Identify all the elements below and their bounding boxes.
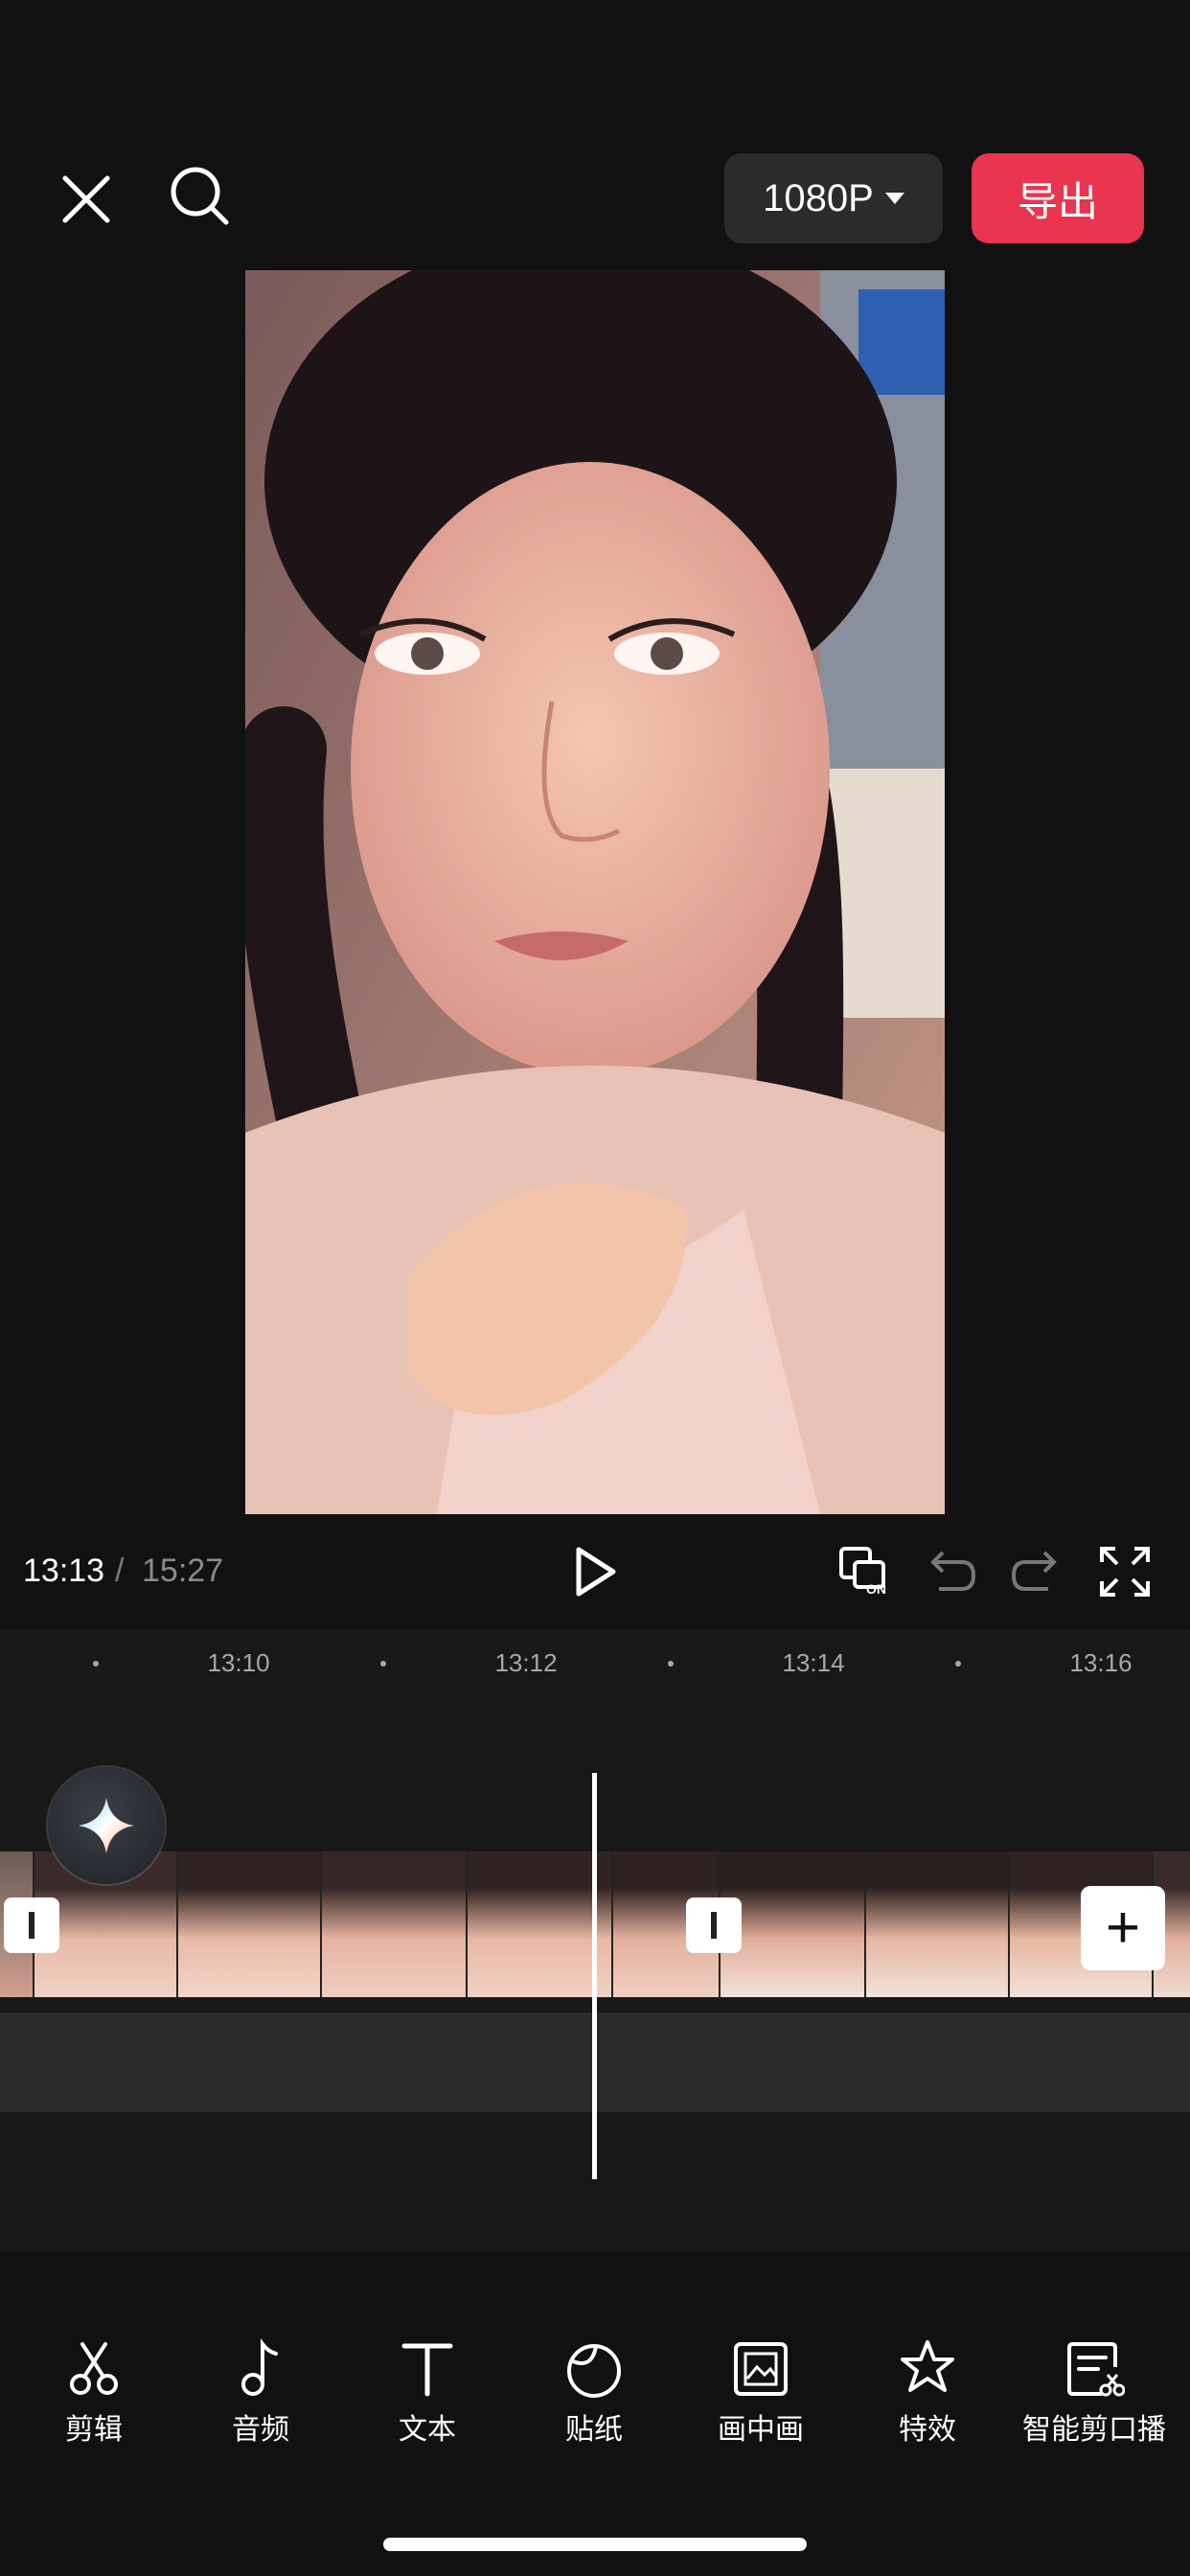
- fullscreen-button[interactable]: [1096, 1543, 1154, 1600]
- compare-on-label: ON: [866, 1581, 886, 1597]
- tool-audio[interactable]: 音频: [177, 2338, 344, 2453]
- search-icon: [171, 167, 229, 225]
- ruler-dot: [668, 1661, 674, 1667]
- tool-label: 画中画: [718, 2414, 804, 2446]
- effects-star-icon: [901, 2340, 954, 2392]
- resolution-label: 1080P: [763, 176, 874, 219]
- transition-icon: [711, 1912, 717, 1939]
- search-button[interactable]: [169, 165, 232, 228]
- total-duration: 15:27: [142, 1552, 224, 1589]
- sparkle-icon: [79, 1798, 134, 1853]
- close-icon: [62, 175, 110, 223]
- tool-label: 智能剪口播: [1022, 2414, 1166, 2446]
- export-label: 导出: [1017, 178, 1098, 224]
- clip-thumbnail: [322, 1852, 468, 1997]
- resolution-dropdown[interactable]: 1080P: [724, 153, 943, 243]
- fullscreen-icon: [1100, 1547, 1150, 1597]
- undo-button[interactable]: [922, 1543, 979, 1600]
- transition-button[interactable]: [686, 1898, 742, 1953]
- tool-effects[interactable]: 特效: [844, 2338, 1011, 2453]
- clip-thumbnail: [866, 1852, 1010, 1997]
- play-icon: [576, 1547, 616, 1597]
- tool-label: 文本: [399, 2414, 456, 2446]
- ruler-dot: [380, 1661, 386, 1667]
- picture-in-picture-icon: [734, 2342, 788, 2396]
- sticker-icon: [567, 2344, 621, 2398]
- tool-label: 贴纸: [565, 2414, 623, 2446]
- smart-edit-icon: [1067, 2342, 1125, 2397]
- tool-sticker[interactable]: 贴纸: [511, 2338, 677, 2453]
- tool-text[interactable]: 文本: [344, 2338, 511, 2453]
- text-icon: [401, 2343, 453, 2397]
- playhead[interactable]: [592, 1773, 597, 2179]
- ruler-label: 13:12: [494, 1648, 558, 1677]
- transition-button[interactable]: [4, 1898, 59, 1953]
- add-clip-button[interactable]: +: [1081, 1886, 1165, 1970]
- tool-picture-in-picture[interactable]: 画中画: [677, 2338, 844, 2453]
- plus-icon: +: [1105, 1895, 1141, 1961]
- ruler-label: 13:14: [782, 1648, 845, 1677]
- home-indicator[interactable]: [383, 2538, 807, 2551]
- tool-smart-edit[interactable]: 智能剪口播: [1011, 2338, 1178, 2453]
- ruler-dot: [955, 1661, 961, 1667]
- transition-icon: [29, 1912, 34, 1939]
- ruler-dot: [93, 1661, 99, 1667]
- redo-button[interactable]: [1008, 1543, 1065, 1600]
- tool-label: 剪辑: [65, 2414, 123, 2446]
- play-button[interactable]: [573, 1545, 619, 1598]
- compare-toggle-button[interactable]: ON: [837, 1543, 895, 1600]
- clip-thumbnail: [178, 1852, 322, 1997]
- current-time: 13:13: [23, 1552, 105, 1589]
- ruler-label: 13:16: [1069, 1648, 1133, 1677]
- tool-label: 音频: [232, 2414, 289, 2446]
- undo-icon: [930, 1551, 976, 1591]
- time-separator: /: [115, 1552, 125, 1589]
- export-button[interactable]: 导出: [972, 153, 1144, 243]
- caret-down-icon: [884, 193, 904, 204]
- redo-icon: [1011, 1551, 1057, 1591]
- ai-assistant-button[interactable]: [48, 1767, 165, 1884]
- music-note-icon: [241, 2338, 278, 2396]
- close-button[interactable]: [57, 171, 115, 228]
- clip-thumbnail: [721, 1852, 866, 1997]
- scissors-icon: [70, 2342, 118, 2395]
- ruler-label: 13:10: [207, 1648, 270, 1677]
- tool-label: 特效: [899, 2414, 956, 2446]
- tool-edit[interactable]: 剪辑: [11, 2338, 177, 2453]
- video-frame-image: [245, 270, 945, 1514]
- video-preview[interactable]: [245, 270, 945, 1514]
